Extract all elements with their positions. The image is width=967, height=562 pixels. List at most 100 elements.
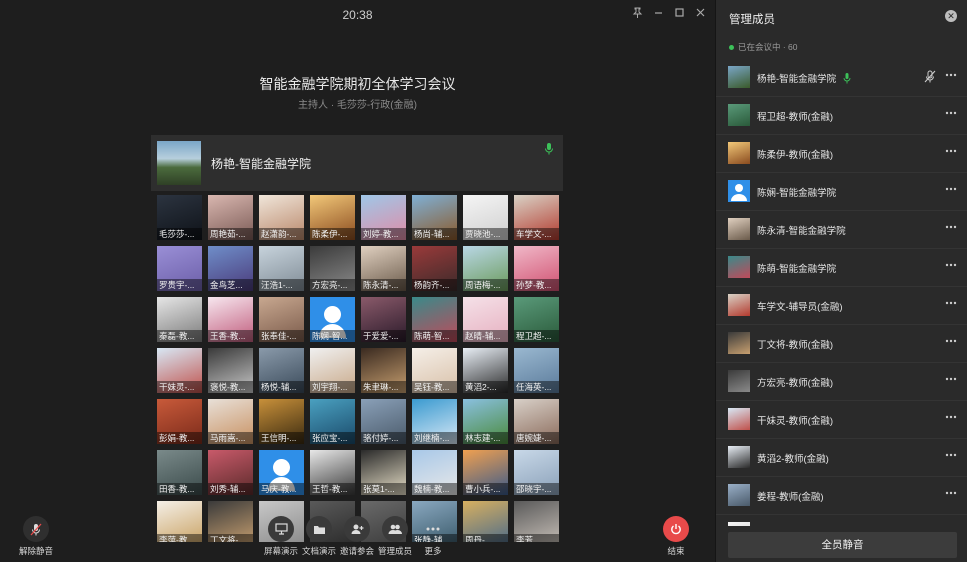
doc-share-button[interactable]: 文档演示	[300, 516, 338, 557]
participant-tile[interactable]: 陈娴-智...	[310, 297, 355, 342]
participant-tile[interactable]: 彭娟-教...	[157, 399, 202, 444]
participant-tile[interactable]: 马雨嵩-...	[208, 399, 253, 444]
in-meeting-status: 已在会议中 · 60	[729, 41, 798, 53]
participant-name: 刘秀-辅...	[208, 483, 253, 495]
participant-tile[interactable]: 汪浩1-...	[259, 246, 304, 291]
maximize-icon[interactable]	[671, 4, 688, 21]
mute-member-icon[interactable]	[924, 70, 936, 83]
member-row[interactable]: 车学文-辅导员(金融)	[716, 286, 967, 325]
member-more-icon[interactable]	[945, 68, 957, 80]
participant-name: 程卫超-...	[514, 330, 559, 342]
screen-share-button[interactable]: 屏幕演示	[262, 516, 300, 557]
participant-tile[interactable]: 李萍-教...	[157, 501, 202, 542]
participant-tile[interactable]: 王信明-...	[259, 399, 304, 444]
active-speaker-card[interactable]: 杨艳-智能金融学院	[151, 135, 563, 191]
member-more-icon[interactable]	[945, 524, 957, 526]
member-more-icon[interactable]	[945, 258, 957, 270]
more-button[interactable]: 更多	[414, 516, 452, 557]
unmute-button[interactable]: 解除静音	[14, 516, 58, 557]
participant-tile[interactable]: 曹小兵-...	[463, 450, 508, 495]
end-meeting-button[interactable]: 结束	[660, 516, 692, 557]
member-avatar	[728, 370, 750, 392]
minimize-icon[interactable]	[650, 4, 667, 21]
member-more-icon[interactable]	[945, 144, 957, 156]
participant-tile[interactable]: 陈永清-...	[361, 246, 406, 291]
member-list[interactable]: 杨艳-智能金融学院 程卫超-教师(金融) 陈柔伊-教师(金融) 陈娴-智能金融学院 陈永…	[716, 58, 967, 526]
participant-tile[interactable]: 林志建-...	[463, 399, 508, 444]
member-more-icon[interactable]	[945, 448, 957, 460]
participant-tile[interactable]: 赵晴-辅...	[463, 297, 508, 342]
mute-all-button[interactable]: 全员静音	[728, 532, 957, 558]
participant-tile[interactable]: 金鸟芝...	[208, 246, 253, 291]
invite-button[interactable]: 邀请参会	[338, 516, 376, 557]
member-more-icon[interactable]	[945, 220, 957, 232]
participant-tile[interactable]: 刘宇翔-...	[310, 348, 355, 393]
participant-tile[interactable]: 于爱爱-...	[361, 297, 406, 342]
participant-tile[interactable]: 马庆-教...	[259, 450, 304, 495]
participant-tile[interactable]: 褒悦-教...	[208, 348, 253, 393]
participant-tile[interactable]: 田香-教...	[157, 450, 202, 495]
participant-tile[interactable]: 程卫超-...	[514, 297, 559, 342]
participant-tile[interactable]: 周语梅-...	[463, 246, 508, 291]
participant-tile[interactable]: 陈萌-智...	[412, 297, 457, 342]
member-row[interactable]: 陈柔伊-教师(金融)	[716, 134, 967, 173]
member-more-icon[interactable]	[945, 334, 957, 346]
participant-tile[interactable]: 杨悦-辅...	[259, 348, 304, 393]
participant-tile[interactable]: 刘婷-教...	[361, 195, 406, 240]
participant-tile[interactable]: 丁文将-...	[208, 501, 253, 542]
participant-tile[interactable]: 刘继楠-...	[412, 399, 457, 444]
participant-tile[interactable]: 赵潇韵-...	[259, 195, 304, 240]
member-more-icon[interactable]	[945, 296, 957, 308]
participant-tile[interactable]: 毛莎莎-...	[157, 195, 202, 240]
panel-close-icon[interactable]: ✕	[945, 10, 957, 22]
member-more-icon[interactable]	[945, 182, 957, 194]
participant-tile[interactable]: 王哲-教...	[310, 450, 355, 495]
pin-icon[interactable]	[629, 4, 646, 21]
participant-tile[interactable]: 朱聿琳-...	[361, 348, 406, 393]
participant-tile[interactable]: 秦磊-教...	[157, 297, 202, 342]
participant-tile[interactable]: 唐婉婕-...	[514, 399, 559, 444]
member-more-icon[interactable]	[945, 486, 957, 498]
member-row[interactable]: 丁文将-教师(金融)	[716, 324, 967, 363]
participant-tile[interactable]: 任海英-...	[514, 348, 559, 393]
member-row[interactable]: 干妹灵-教师(金融)	[716, 400, 967, 439]
member-row[interactable]: 陈萌-智能金融学院	[716, 248, 967, 287]
participant-tile[interactable]: 贾晓池-...	[463, 195, 508, 240]
participant-tile[interactable]: 邵晓宇-...	[514, 450, 559, 495]
member-row[interactable]: 方宏亮-教师(金融)	[716, 362, 967, 401]
participant-tile[interactable]: 骆付婷-...	[361, 399, 406, 444]
member-row[interactable]: 陈娴-智能金融学院	[716, 172, 967, 211]
participant-tile[interactable]: 孙梦-教...	[514, 246, 559, 291]
participant-tile[interactable]: 周丹-...	[463, 501, 508, 542]
participant-tile[interactable]: 杨韵齐-...	[412, 246, 457, 291]
participant-tile[interactable]: 李芳...	[514, 501, 559, 542]
member-row[interactable]: 贾晓池-教师(金融)	[716, 514, 967, 526]
participant-tile[interactable]: 魏楠-教...	[412, 450, 457, 495]
participant-tile[interactable]: 干妹灵-...	[157, 348, 202, 393]
participant-tile[interactable]: 方宏亮-...	[310, 246, 355, 291]
participant-tile[interactable]: 陈柔伊-...	[310, 195, 355, 240]
member-more-icon[interactable]	[945, 372, 957, 384]
member-row[interactable]: 黄滔2-教师(金融)	[716, 438, 967, 477]
participant-tile[interactable]: 车学文-...	[514, 195, 559, 240]
participant-name: 汪浩1-...	[259, 279, 304, 291]
participant-tile[interactable]: 黄滔2-...	[463, 348, 508, 393]
participant-tile[interactable]: 周艳茹-...	[208, 195, 253, 240]
participant-tile[interactable]: 张奉佳-...	[259, 297, 304, 342]
participant-tile[interactable]: 杨尚-辅...	[412, 195, 457, 240]
member-row[interactable]: 杨艳-智能金融学院	[716, 58, 967, 97]
participant-name: 周丹-...	[463, 534, 508, 542]
participant-tile[interactable]: 王香-教...	[208, 297, 253, 342]
member-row[interactable]: 程卫超-教师(金融)	[716, 96, 967, 135]
participant-tile[interactable]: 张莫1-...	[361, 450, 406, 495]
member-more-icon[interactable]	[945, 410, 957, 422]
member-row[interactable]: 陈永清-智能金融学院	[716, 210, 967, 249]
participant-tile[interactable]: 刘秀-辅...	[208, 450, 253, 495]
participant-tile[interactable]: 张应宝-...	[310, 399, 355, 444]
member-more-icon[interactable]	[945, 106, 957, 118]
member-row[interactable]: 姜程-教师(金融)	[716, 476, 967, 515]
participant-tile[interactable]: 罗贵宇-...	[157, 246, 202, 291]
participant-tile[interactable]: 吴钰-教...	[412, 348, 457, 393]
close-icon[interactable]	[692, 4, 709, 21]
manage-members-button[interactable]: 管理成员	[376, 516, 414, 557]
